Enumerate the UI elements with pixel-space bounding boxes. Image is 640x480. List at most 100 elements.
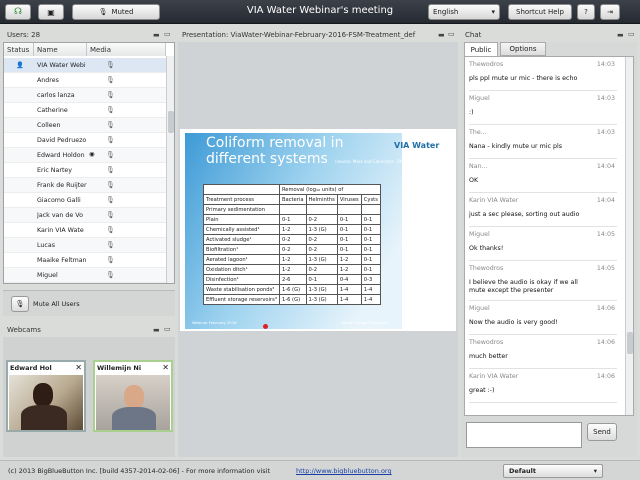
chat-sender: The... [469, 129, 487, 136]
mute-all-button[interactable]: 🎙 [11, 296, 29, 312]
webcam-button[interactable]: ▣ [38, 4, 64, 20]
table-cell [203, 184, 280, 195]
maximize-icon[interactable]: ▭ [448, 30, 455, 38]
chat-scrollbar[interactable] [625, 57, 633, 415]
user-row[interactable]: Karin VIA Wate 🎙 [4, 223, 166, 238]
maximize-icon[interactable]: ▭ [628, 30, 635, 38]
user-row[interactable]: Andres 🎙 [4, 73, 166, 88]
slide-footer-left: Webinar February 2016 [192, 320, 237, 325]
webcam-window[interactable]: Willemijn Ni ✕ [93, 360, 173, 432]
minimize-icon[interactable]: ▬ [153, 31, 160, 39]
microphone-icon[interactable]: 🎙 [106, 196, 115, 204]
chat-input[interactable] [466, 422, 582, 448]
slide-source: (source: Mara and Cairncross, 1997) [335, 159, 408, 164]
tab-public[interactable]: Public [464, 42, 498, 56]
user-name: Andres [37, 76, 59, 84]
table-cell: 0-1 [278, 214, 307, 225]
scrollbar-thumb[interactable] [168, 111, 174, 133]
column-header-name[interactable]: Name [34, 43, 87, 56]
table-cell: 0-1 [336, 214, 362, 225]
scrollbar-thumb[interactable] [627, 332, 633, 354]
microphone-icon[interactable]: 🎙 [106, 241, 115, 249]
chevron-down-icon: ▾ [491, 8, 495, 16]
microphone-icon[interactable]: 🎙 [106, 211, 115, 219]
slide-title: Coliform removal in different systems (s… [206, 135, 408, 170]
tab-options[interactable]: Options [500, 42, 546, 56]
table-row: Biofiltration¹ 0-2 0-2 0-1 0-1 [203, 244, 381, 255]
maximize-icon[interactable]: ▭ [164, 325, 171, 333]
chat-title: Chat [465, 31, 482, 39]
users-scrollbar[interactable] [166, 56, 174, 283]
user-row[interactable]: Colleen 🎙 [4, 118, 166, 133]
user-row[interactable]: Lucas 🎙 [4, 238, 166, 253]
user-row[interactable]: Edward Holdon ◉ 🎙 [4, 148, 166, 163]
user-row[interactable]: Giacomo Galli 🎙 [4, 193, 166, 208]
maximize-icon[interactable]: ▭ [164, 30, 171, 38]
microphone-icon[interactable]: 🎙 [106, 166, 115, 174]
audio-button[interactable]: ☊ [5, 4, 31, 20]
microphone-icon[interactable]: 🎙 [106, 136, 115, 144]
microphone-icon[interactable]: 🎙 [106, 121, 115, 129]
shortcut-help-button[interactable]: Shortcut Help [508, 4, 572, 20]
user-row[interactable]: Maaike Feltman 🎙 [4, 253, 166, 268]
question-icon: ? [584, 8, 588, 16]
user-row[interactable]: Miguel 🎙 [4, 268, 166, 283]
chat-time: 14:05 [596, 265, 615, 272]
column-header-label: Status [7, 45, 30, 54]
person-body [21, 405, 67, 430]
column-header-media[interactable]: Media [87, 43, 166, 56]
column-header-status[interactable]: Status [4, 43, 34, 56]
microphone-icon[interactable]: 🎙 [106, 256, 115, 264]
user-name: VIA Water Webi [37, 61, 86, 69]
language-select[interactable]: English ▾ [428, 4, 500, 20]
table-cell: Plain [203, 214, 280, 225]
user-row[interactable]: carlos lanza 🎙 [4, 88, 166, 103]
chat-text: great :-) [469, 387, 495, 394]
microphone-icon[interactable]: 🎙 [106, 76, 115, 84]
table-cell: 0-2 [305, 234, 338, 245]
user-row[interactable]: Eric Nartey 🎙 [4, 163, 166, 178]
chat-text: much better [469, 353, 508, 360]
close-icon[interactable]: ✕ [162, 363, 169, 372]
microphone-icon[interactable]: 🎙 [106, 271, 115, 279]
logout-button[interactable]: ⇥ [600, 4, 620, 20]
table-cell: 0-1 [336, 234, 362, 245]
bigbluebutton-link[interactable]: http://www.bigbluebutton.org [296, 467, 392, 475]
send-button[interactable]: Send [587, 423, 617, 441]
user-name: Eric Nartey [37, 166, 73, 174]
microphone-icon[interactable]: 🎙 [106, 151, 115, 159]
microphone-icon[interactable]: 🎙 [106, 61, 115, 69]
mute-button[interactable]: 🎙 Muted [72, 4, 160, 20]
table-cell: 1-2 [278, 224, 307, 235]
user-row[interactable]: Jack van de Vo 🎙 [4, 208, 166, 223]
chat-sender: Karin VIA Water [469, 373, 519, 380]
user-name: Giacomo Galli [37, 196, 81, 204]
message-divider [469, 334, 617, 335]
help-button[interactable]: ? [577, 4, 595, 20]
microphone-icon[interactable]: 🎙 [106, 106, 115, 114]
microphone-icon[interactable]: 🎙 [106, 91, 115, 99]
user-row[interactable]: Frank de Ruijter 🎙 [4, 178, 166, 193]
table-header-cell: Bacteria [278, 194, 307, 205]
user-row[interactable]: 👤 VIA Water Webi 🎙 [4, 58, 166, 73]
close-icon[interactable]: ✕ [75, 363, 82, 372]
chat-text: Ok thanks! [469, 245, 504, 252]
user-row[interactable]: David Pedruezo 🎙 [4, 133, 166, 148]
layout-select[interactable]: Default ▾ [503, 464, 603, 478]
table-row: Primary sedimentation [203, 204, 381, 215]
microphone-icon[interactable]: 🎙 [106, 181, 115, 189]
webcam-status-icon[interactable]: ◉ [89, 151, 95, 158]
minimize-icon[interactable]: ▬ [617, 31, 624, 39]
slide[interactable]: Coliform removal in different systems (s… [180, 129, 456, 331]
table-header-cell: Cysts [360, 194, 381, 205]
user-row[interactable]: Catherine 🎙 [4, 103, 166, 118]
minimize-icon[interactable]: ▬ [438, 31, 445, 39]
table-cell: 0-2 [305, 244, 338, 255]
minimize-icon[interactable]: ▬ [153, 326, 160, 334]
chat-messages: Thewodros 14:03 pls ppl mute ur mic - ther… [464, 56, 634, 416]
slide-footer: Webinar February 2016 Faecal Sludge Trea… [192, 320, 396, 329]
webcam-window[interactable]: Edward Hol ✕ [6, 360, 86, 432]
table-header-cell: Viruses [336, 194, 362, 205]
microphone-icon[interactable]: 🎙 [106, 226, 115, 234]
mute-all-label: Mute All Users [33, 300, 80, 308]
